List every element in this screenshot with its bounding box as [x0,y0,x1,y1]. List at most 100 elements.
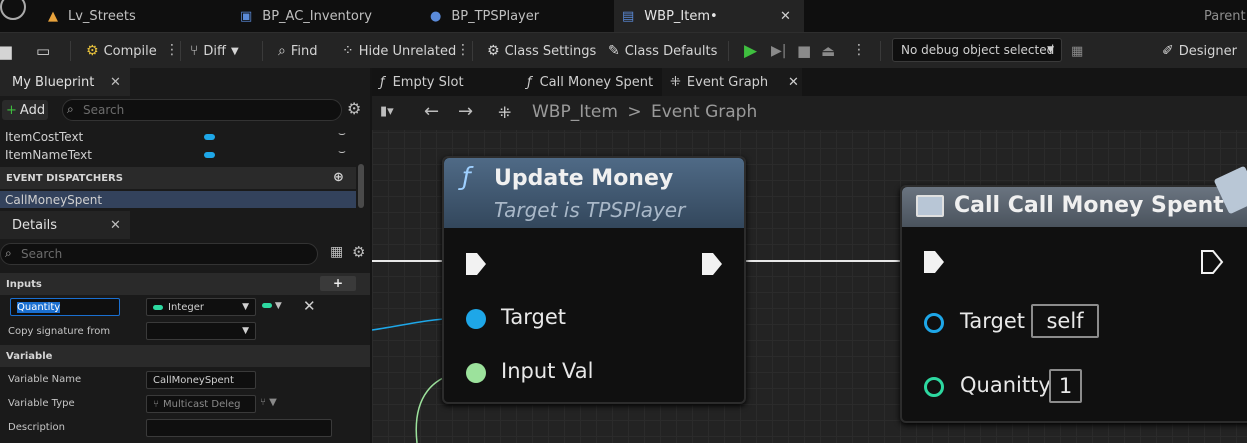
hide-unrelated-button[interactable]: ⁘ Hide Unrelated [342,33,456,69]
variable-type-pill[interactable] [204,152,215,158]
play-button[interactable]: ▶ [744,33,757,69]
add-button[interactable]: + Add [2,100,48,120]
target-pin[interactable] [924,313,944,333]
event-graph-canvas[interactable]: ƒ Empty Slot ƒ Call Money Spent ⁜ Event … [372,68,1247,443]
variable-name: ItemCostText [5,130,84,144]
inputs-header[interactable]: Inputs + [0,273,370,295]
search-input[interactable]: ⌕ Search [62,99,342,121]
copy-signature-select[interactable]: ▼ [146,322,256,340]
call-money-spent-node[interactable]: Call Call Money Spent Target self Quanit… [900,165,1247,423]
variable-type-pill[interactable] [204,134,215,140]
variable-type-select[interactable]: ⑂ Multicast Deleg [146,395,256,413]
debug-filter-icon: ▦ [1071,43,1084,59]
exec-out-pin[interactable] [1200,249,1224,275]
tab-bp-ac-inventory[interactable]: ▣ BP_AC_Inventory [240,0,420,32]
folder-search-icon: ▭ [36,42,51,60]
container-type-select[interactable]: ⑂ ▼ [260,397,277,408]
event-dispatchers-header[interactable]: EVENT DISPATCHERS ⊕ [0,167,356,189]
target-pin[interactable] [466,309,486,329]
close-icon[interactable]: ✕ [110,218,121,233]
node-title: Call Call Money Spent [954,193,1224,218]
unreal-logo-icon[interactable] [0,0,26,20]
eye-icon[interactable]: ⌣ [338,144,346,159]
hide-unrelated-options-icon[interactable]: ⋮ [456,42,470,58]
designer-icon: ✐ [1162,43,1174,59]
class-defaults-label: Class Defaults [624,43,718,59]
variable-name-field[interactable]: CallMoneySpent [146,371,256,389]
eye-icon[interactable]: ⌣ [338,126,346,141]
eject-button[interactable]: ⏏ [821,33,835,69]
input-val-pin[interactable] [466,363,486,383]
target-value-field[interactable]: self [1031,304,1099,338]
table-view-icon[interactable]: ▦ [330,244,343,260]
remove-input-icon[interactable]: ✕ [303,297,316,315]
class-defaults-icon: ✎ [608,43,620,59]
play-options-icon[interactable]: ⋮ [852,42,866,58]
designer-button[interactable]: ✐ Designer [1162,33,1237,69]
settings-icon[interactable]: ⚙ [352,243,365,261]
search-icon: ⌕ [5,246,12,260]
quantity-pin[interactable] [924,377,944,397]
dispatcher-name: CallMoneySpent [5,192,103,207]
eject-icon: ⏏ [821,42,836,60]
debug-object-select[interactable]: No debug object selected ▼ [892,38,1062,62]
quantity-value-field[interactable]: 1 [1049,369,1082,403]
close-icon[interactable]: ✕ [110,75,121,90]
variable-name: ItemNameText [5,148,92,162]
tab-bp-tpsplayer[interactable]: ● BP_TPSPlayer [430,0,610,32]
pin-label: Quanitty [960,373,1051,397]
dispatcher-icon [916,195,944,217]
exec-in-pin[interactable] [922,249,946,275]
class-settings-button[interactable]: ⚙ Class Settings [487,33,596,69]
variable-header[interactable]: Variable [0,345,370,367]
description-field[interactable] [146,419,332,437]
document-tab-bar: ▲ Lv_Streets ▣ BP_AC_Inventory ● BP_TPSP… [0,0,1247,32]
close-icon[interactable]: ✕ [780,9,791,24]
variable-type-value: Multicast Deleg [163,398,241,410]
find-button[interactable]: ⌕ Find [278,33,317,69]
input-name-value: Quantity [17,301,61,313]
pin-label: Input Val [501,359,594,383]
list-item[interactable]: CallMoneySpent [0,191,356,208]
compile-options-icon[interactable]: ⋮ [165,42,179,58]
compile-button[interactable]: ⚙ Compile [86,33,157,69]
settings-icon[interactable]: ⚙ [347,99,361,118]
tab-lv-streets[interactable]: ▲ Lv_Streets [48,0,238,32]
description-label: Description [8,422,65,433]
stop-button[interactable]: ■ [797,33,811,69]
input-name-field[interactable]: Quantity [10,298,120,316]
debug-filter-button[interactable]: ▦ [1071,33,1083,69]
step-icon: ▶| [771,43,787,59]
details-search-input[interactable]: ⌕ Search [0,243,318,265]
variable-type-row: Variable Type ⑂ Multicast Deleg ⑂ ▼ [0,392,370,416]
save-button[interactable]: ▆ [0,33,12,69]
list-item[interactable]: ItemNameText ⌣ [0,144,356,164]
step-button[interactable]: ▶| [771,33,786,69]
designer-label: Designer [1178,43,1237,59]
function-icon: ƒ [462,162,471,191]
toolbar-divider [180,41,181,61]
update-money-node[interactable]: ƒ Update Money Target is TPSPlayer Targe… [442,156,746,404]
chevron-down-icon: ▼ [242,302,249,312]
class-settings-label: Class Settings [504,43,597,59]
left-panel: My Blueprint ✕ + Add ⌕ Search ⚙ ItemCost… [0,68,370,443]
copy-signature-label: Copy signature from [8,326,111,337]
widget-blueprint-icon: ▤ [622,8,635,24]
tab-label: WBP_Item• [644,8,718,24]
diff-button[interactable]: ⑂ Diff ▼ [190,33,239,69]
description-row: Description [0,416,370,440]
container-type-select[interactable]: ▼ [262,301,282,311]
input-type-select[interactable]: Integer ▼ [146,298,256,316]
add-dispatcher-icon[interactable]: ⊕ [333,170,344,185]
exec-out-pin[interactable] [700,251,724,277]
list-item[interactable]: ItemCostText ⌣ [0,126,356,146]
variable-name-label: Variable Name [8,374,82,385]
level-icon: ▲ [48,8,58,24]
browse-button[interactable]: ▭ [36,33,50,69]
exec-in-pin[interactable] [464,251,488,277]
tab-wbp-item[interactable]: ▤ WBP_Item• ✕ [614,0,804,32]
scrollbar[interactable] [358,164,364,208]
class-defaults-button[interactable]: ✎ Class Defaults [608,33,717,69]
variable-name-value: CallMoneySpent [153,374,234,386]
add-input-button[interactable]: + [320,276,356,291]
